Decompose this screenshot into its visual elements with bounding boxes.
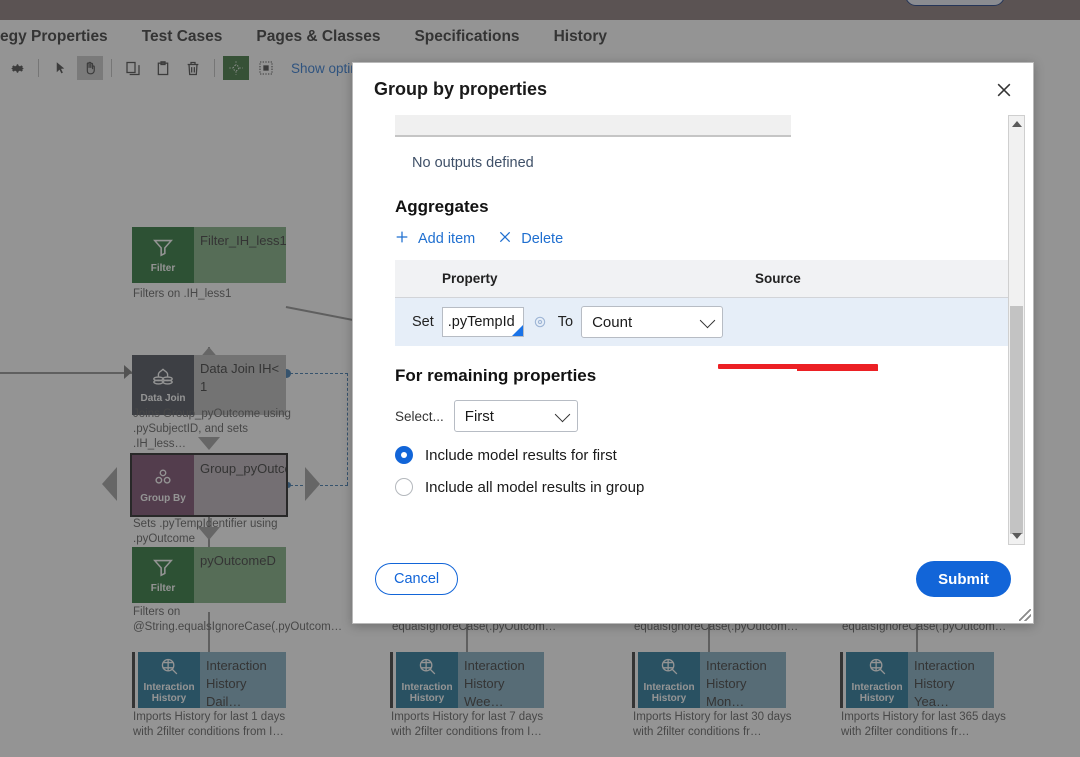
aggregates-heading: Aggregates xyxy=(395,197,489,216)
delete-label: Delete xyxy=(521,230,564,247)
scrollbar-thumb[interactable] xyxy=(1010,306,1023,534)
plus-icon xyxy=(394,229,410,248)
remaining-select-value: First xyxy=(464,407,494,425)
source-select[interactable]: Count xyxy=(581,306,724,338)
no-outputs-message: No outputs defined xyxy=(412,155,534,171)
source-select-value: Count xyxy=(592,313,633,331)
dialog-body: No outputs defined Aggregates Add item D… xyxy=(353,115,1033,545)
add-item-button[interactable]: Add item xyxy=(394,229,475,248)
aggregates-table: Property Source Set .pyTempId To Count xyxy=(395,260,1013,346)
add-item-label: Add item xyxy=(418,230,476,247)
dialog-title: Group by properties xyxy=(374,78,548,99)
delete-button[interactable]: Delete xyxy=(497,229,563,248)
close-icon[interactable] xyxy=(991,77,1017,103)
radio-label-all: Include all model results in group xyxy=(425,478,645,496)
property-input-value: .pyTempId xyxy=(447,314,515,330)
chevron-down-icon xyxy=(554,406,571,423)
radio-label-first: Include model results for first xyxy=(425,446,617,464)
x-icon xyxy=(497,229,513,248)
to-label: To xyxy=(557,314,574,330)
chevron-down-icon xyxy=(699,312,716,329)
submit-button[interactable]: Submit xyxy=(916,561,1011,597)
set-label: Set xyxy=(412,314,434,330)
group-by-properties-dialog: Group by properties No outputs defined A… xyxy=(352,62,1034,624)
radio-button-unselected[interactable] xyxy=(395,478,413,496)
annotation-underline-overlap xyxy=(797,366,878,371)
radio-option-all[interactable]: Include all model results in group xyxy=(395,478,993,496)
dialog-resize-handle[interactable] xyxy=(1019,609,1031,621)
column-header-property: Property xyxy=(442,271,498,286)
scroll-down-icon[interactable] xyxy=(1009,528,1024,544)
property-input-corner-indicator xyxy=(511,325,523,336)
aggregates-actions: Add item Delete xyxy=(394,229,993,248)
cancel-button[interactable]: Cancel xyxy=(375,563,459,595)
radio-option-first[interactable]: Include model results for first xyxy=(395,446,993,464)
dialog-scrollbar[interactable] xyxy=(1008,115,1025,545)
outputs-input[interactable] xyxy=(395,115,791,137)
crosshair-icon[interactable] xyxy=(530,312,550,332)
scroll-up-icon[interactable] xyxy=(1009,116,1024,132)
select-label: Select... xyxy=(395,408,444,424)
table-row: Set .pyTempId To Count xyxy=(395,298,1013,346)
property-input[interactable]: .pyTempId xyxy=(441,307,524,337)
column-header-source: Source xyxy=(755,271,801,286)
remaining-select[interactable]: First xyxy=(453,400,578,432)
dialog-footer: Cancel Submit xyxy=(353,545,1033,623)
remaining-properties-heading: For remaining properties xyxy=(395,366,597,385)
remaining-select-row: Select... First xyxy=(395,400,993,432)
screenshot-root: egy Properties Test Cases Pages & Classe… xyxy=(0,0,1080,757)
radio-button-selected[interactable] xyxy=(395,446,413,464)
aggregates-table-header: Property Source xyxy=(395,260,1013,298)
dialog-header: Group by properties xyxy=(353,63,1033,115)
